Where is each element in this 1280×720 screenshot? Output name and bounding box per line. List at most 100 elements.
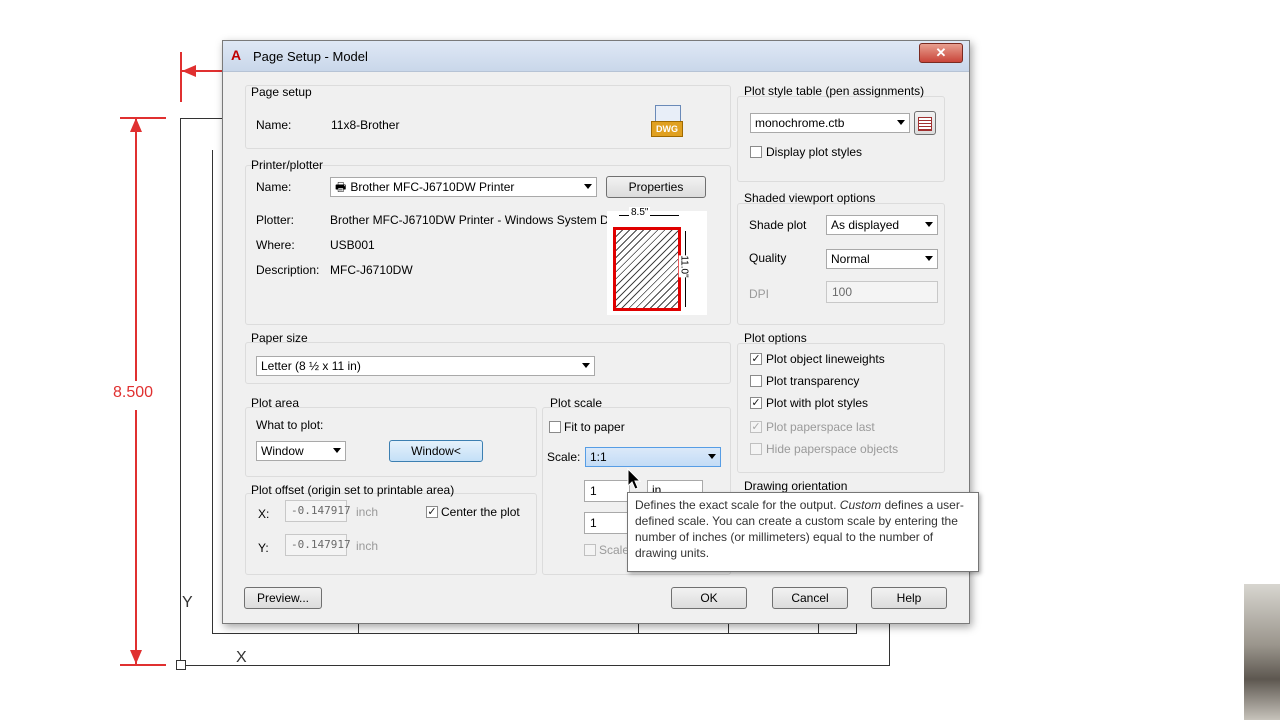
dimension-arrowhead-up [130, 118, 142, 132]
center-plot-checkbox[interactable]: ✓ [426, 506, 438, 518]
ucs-origin-marker [176, 660, 186, 670]
plot-paperspace-last-checkbox[interactable]: ✓ [750, 421, 762, 433]
printable-area-preview [613, 227, 681, 311]
drawing-border-top [180, 118, 224, 119]
edit-plot-style-button[interactable] [914, 111, 936, 135]
webcam-thumbnail [1244, 584, 1280, 720]
window-pick-button[interactable]: Window< [389, 440, 483, 462]
paper-size-title: Paper size [251, 331, 308, 345]
drawing-border-left [180, 118, 181, 666]
chevron-down-icon [925, 222, 933, 227]
dimension-bottom-tick [120, 664, 166, 666]
plot-with-styles-checkbox[interactable]: ✓ [750, 397, 762, 409]
center-plot-label: Center the plot [441, 505, 520, 519]
edit-table-icon [918, 117, 932, 131]
dpi-field[interactable]: 100 [826, 281, 938, 303]
properties-button[interactable]: Properties [606, 176, 706, 198]
chevron-down-icon [708, 454, 716, 459]
close-icon: ✕ [935, 45, 947, 60]
dimension-line-upper [135, 117, 137, 381]
what-to-plot-label: What to plot: [256, 418, 324, 432]
chevron-down-icon [582, 363, 590, 368]
plot-scale-title: Plot scale [550, 396, 603, 410]
cancel-button[interactable]: Cancel [772, 587, 848, 609]
display-plot-styles-label: Display plot styles [766, 145, 863, 159]
plot-option-label: Plot object lineweights [766, 352, 885, 366]
printer-icon: 🖶 [335, 180, 347, 194]
ucs-y-axis-label: Y [182, 594, 193, 611]
mouse-cursor-icon [627, 468, 642, 490]
offset-y-label: Y: [258, 541, 269, 555]
where-value: USB001 [330, 238, 375, 252]
offset-y-unit: inch [356, 539, 379, 553]
fit-to-paper-label: Fit to paper [564, 420, 625, 434]
scale-lineweights-checkbox[interactable] [584, 544, 596, 556]
shade-plot-label: Shade plot [749, 218, 807, 232]
drawing-border-bottom [180, 665, 890, 666]
chevron-down-icon [925, 256, 933, 261]
plot-option-label: Plot transparency [766, 374, 860, 388]
printer-name-select[interactable]: 🖶 Brother MFC-J6710DW Printer [330, 177, 597, 197]
page-setup-name-label: Name: [256, 118, 292, 132]
description-value: MFC-J6710DW [330, 263, 413, 277]
what-to-plot-select[interactable]: Window [256, 441, 346, 461]
fit-to-paper-checkbox[interactable] [549, 421, 561, 433]
plotter-label: Plotter: [256, 213, 295, 227]
chevron-down-icon [333, 448, 341, 453]
offset-x-field[interactable]: -0.147917 [285, 500, 351, 522]
offset-x-unit: inch [356, 505, 379, 519]
plot-object-lineweights-checkbox[interactable]: ✓ [750, 353, 762, 365]
ok-button[interactable]: OK [671, 587, 747, 609]
printer-name-label: Name: [256, 180, 292, 194]
shade-plot-select[interactable]: As displayed [826, 215, 938, 235]
printer-plotter-title: Printer/plotter [251, 158, 324, 172]
quality-select[interactable]: Normal [826, 249, 938, 269]
dialog-titlebar[interactable]: A Page Setup - Model ✕ [223, 41, 969, 72]
shaded-viewport-title: Shaded viewport options [744, 191, 876, 205]
display-plot-styles-checkbox[interactable] [750, 146, 762, 158]
plot-options-title: Plot options [744, 331, 807, 345]
scale-tooltip: Defines the exact scale for the output. … [627, 492, 979, 572]
hide-paperspace-checkbox[interactable] [750, 443, 762, 455]
offset-y-field[interactable]: -0.147917 [285, 534, 351, 556]
plot-option-label: Hide paperspace objects [766, 442, 899, 456]
autocad-icon: A [231, 47, 242, 63]
plot-style-select[interactable]: monochrome.ctb [750, 113, 910, 133]
title-block-left [212, 150, 213, 634]
preview-width-label: 8.5" [629, 207, 651, 218]
plot-style-table-group [737, 96, 945, 182]
dimension-top-tick [120, 117, 166, 119]
drawing-border-right [889, 620, 890, 666]
title-block-bottom [212, 633, 857, 634]
close-button[interactable]: ✕ [919, 43, 963, 63]
where-label: Where: [256, 238, 295, 252]
scale-select[interactable]: 1:1 [585, 447, 721, 467]
plot-transparency-checkbox[interactable] [750, 375, 762, 387]
ucs-x-axis-label: X [236, 649, 247, 666]
paper-preview: 8.5" 11.0" [607, 207, 707, 315]
plotter-value: Brother MFC-J6710DW Printer - Windows Sy… [330, 213, 619, 227]
scale-units-field[interactable]: 1 [584, 512, 630, 534]
plot-style-table-title: Plot style table (pen assignments) [744, 84, 925, 98]
dimension-value: 8.500 [113, 384, 154, 401]
page-setup-title: Page setup [251, 85, 312, 99]
offset-x-label: X: [258, 507, 270, 521]
preview-height-label: 11.0" [678, 255, 690, 278]
dimension-arrowhead-down [130, 650, 142, 664]
dwg-file-icon: DWG [651, 105, 683, 139]
dimension-arrowhead [182, 65, 196, 77]
help-button[interactable]: Help [871, 587, 947, 609]
page-setup-name-value: 11x8-Brother [331, 118, 400, 132]
drawing-orientation-title: Drawing orientation [744, 479, 848, 493]
dimension-line-lower [135, 410, 137, 664]
chevron-down-icon [897, 120, 905, 125]
preview-button[interactable]: Preview... [244, 587, 322, 609]
scale-label: Scale: [547, 450, 581, 464]
plot-option-label: Plot paperspace last [766, 420, 875, 434]
plot-offset-title: Plot offset (origin set to printable are… [251, 483, 455, 497]
paper-size-select[interactable]: Letter (8 ½ x 11 in) [256, 356, 595, 376]
tooltip-emphasis: Custom [839, 498, 882, 512]
scale-inches-field[interactable]: 1 [584, 480, 630, 502]
description-label: Description: [256, 263, 320, 277]
chevron-down-icon [584, 184, 592, 189]
